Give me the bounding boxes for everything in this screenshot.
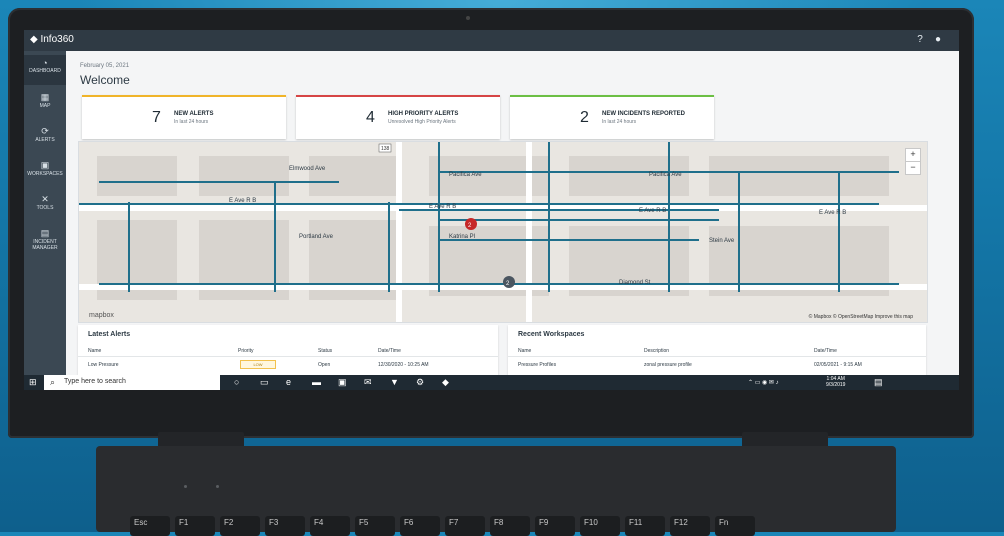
tray-icons[interactable]: ⌃ ▭ ◉ ✉ ♪ — [748, 379, 779, 386]
keyboard-row: Esc F1 F2 F3 F4 F5 F6 F7 F8 F9 F10 F11 F… — [130, 516, 850, 536]
card-new-incidents[interactable]: 2 NEW INCIDENTS REPORTED In last 24 hour… — [510, 95, 714, 139]
street-label: Pacifica Ave — [449, 172, 482, 178]
map-attribution[interactable]: © Mapbox © OpenStreetMap Improve this ma… — [809, 314, 913, 320]
network-map[interactable]: E Ave R B E Ave R B E Ave R B Pacifica A… — [78, 141, 928, 323]
alert-datetime: 12/30/2020 - 10:25 AM — [378, 362, 429, 368]
map-canvas: E Ave R B E Ave R B E Ave R B Pacifica A… — [79, 142, 927, 322]
key[interactable]: F3 — [265, 516, 305, 536]
divider — [508, 356, 926, 357]
search-icon: ⌕ — [50, 377, 56, 387]
alerts-icon: ⟳ — [41, 126, 49, 136]
column-header: Status — [318, 348, 333, 354]
street-label: E Ave R B — [639, 208, 666, 214]
key[interactable]: F5 — [355, 516, 395, 536]
main-content: February 05, 2021 Welcome 7 NEW ALERTS I… — [66, 51, 959, 375]
street-label: Portland Ave — [299, 234, 334, 240]
street-label: Katrina Pl — [449, 234, 475, 240]
recent-workspaces-title: Recent Workspaces — [518, 331, 585, 338]
divider — [78, 356, 498, 357]
task-view-icon[interactable]: ▭ — [260, 377, 269, 388]
street-label: E Ave R B — [819, 210, 846, 216]
key[interactable]: F6 — [400, 516, 440, 536]
notification-icon[interactable]: ▤ — [874, 377, 883, 388]
column-header: Name — [88, 348, 102, 354]
status-led — [184, 485, 187, 488]
street-label: E Ave R B — [429, 204, 456, 210]
route-number: 138 — [381, 146, 390, 152]
key[interactable]: F8 — [490, 516, 530, 536]
info360-taskbar-icon[interactable]: ◆ — [442, 377, 449, 388]
sidebar-item-incident-manager[interactable]: ▤ INCIDENT MANAGER — [24, 225, 66, 263]
recent-workspaces-panel: Recent Workspaces Name Description Date/… — [508, 325, 926, 375]
zoom-out-button[interactable]: − — [905, 161, 921, 175]
column-header: Description — [644, 348, 670, 354]
incident-icon: ▤ — [40, 228, 50, 238]
system-clock[interactable]: 1:04 AM 9/3/2019 — [826, 376, 845, 388]
key[interactable]: F2 — [220, 516, 260, 536]
cortana-icon[interactable]: ○ — [234, 377, 239, 387]
mapbox-logo[interactable]: mapbox — [89, 312, 114, 319]
key[interactable]: F10 — [580, 516, 620, 536]
windows-taskbar: ⊞ ⌕ Type here to search ○ ▭ e ▬ ▣ ✉ ▼ ⚙ … — [24, 375, 959, 390]
workspaces-icon: ▣ — [40, 160, 50, 170]
workspace-datetime: 02/05/2021 - 9:15 AM — [814, 362, 862, 368]
screen: ◆ Info360 ? ● ◔ DASHBOARD ▦ MAP ⟳ ALERTS… — [24, 30, 959, 390]
sidebar-item-dashboard[interactable]: ◔ DASHBOARD — [24, 55, 66, 85]
latest-alerts-title: Latest Alerts — [88, 331, 131, 338]
key[interactable]: Fn — [715, 516, 755, 536]
workspace-description: zonal pressure profile — [644, 362, 692, 368]
street-label: Stein Ave — [709, 238, 735, 244]
street-label: Diamond St — [619, 280, 651, 286]
map-icon: ▦ — [40, 92, 50, 102]
zoom-in-button[interactable]: + — [905, 148, 921, 162]
settings-icon[interactable]: ⚙ — [416, 377, 424, 388]
page-title: Welcome — [80, 73, 130, 87]
store-icon[interactable]: ▣ — [338, 377, 347, 388]
webcam — [466, 16, 470, 20]
sidebar: ◔ DASHBOARD ▦ MAP ⟳ ALERTS ▣ WORKSPACES … — [24, 51, 66, 375]
mcafee-icon[interactable]: ▼ — [390, 377, 399, 387]
priority-badge: LOW — [240, 360, 276, 369]
workspace-name[interactable]: Pressure Profiles — [518, 362, 556, 368]
windows-start-icon[interactable]: ⊞ — [29, 377, 37, 388]
column-header: Date/Time — [814, 348, 837, 354]
sidebar-item-tools[interactable]: ✕ TOOLS — [24, 191, 66, 221]
tools-icon: ✕ — [41, 194, 49, 204]
card-new-alerts[interactable]: 7 NEW ALERTS In last 24 hours — [82, 95, 286, 139]
mail-icon[interactable]: ✉ — [364, 377, 372, 388]
key[interactable]: F9 — [535, 516, 575, 536]
app-logo: ◆ Info360 — [30, 34, 74, 45]
key[interactable]: F4 — [310, 516, 350, 536]
file-explorer-icon[interactable]: ▬ — [312, 377, 321, 387]
top-bar: ◆ Info360 ? ● — [24, 30, 959, 51]
page-date: February 05, 2021 — [80, 63, 130, 69]
status-led — [216, 485, 219, 488]
edge-icon[interactable]: e — [286, 377, 291, 387]
alert-name[interactable]: Low Pressure — [88, 362, 119, 368]
key[interactable]: F12 — [670, 516, 710, 536]
dashboard-icon: ◔ — [42, 58, 48, 68]
help-icon[interactable]: ? — [914, 34, 926, 46]
column-header: Priority — [238, 348, 254, 354]
street-label: E Ave R B — [229, 198, 256, 204]
column-header: Name — [518, 348, 532, 354]
key[interactable]: Esc — [130, 516, 170, 536]
sidebar-item-map[interactable]: ▦ MAP — [24, 89, 66, 119]
column-header: Date/Time — [378, 348, 401, 354]
street-label: Elmwood Ave — [289, 166, 326, 172]
taskbar-search[interactable]: ⌕ Type here to search — [44, 375, 220, 390]
street-label: Pacifica Ave — [649, 172, 682, 178]
latest-alerts-panel: Latest Alerts Name Priority Status Date/… — [78, 325, 498, 375]
user-icon[interactable]: ● — [932, 34, 944, 46]
key[interactable]: F1 — [175, 516, 215, 536]
card-high-priority-alerts[interactable]: 4 HIGH PRIORITY ALERTS Unresolved High P… — [296, 95, 500, 139]
sidebar-item-workspaces[interactable]: ▣ WORKSPACES — [24, 157, 66, 187]
alert-status: Open — [318, 362, 331, 368]
key[interactable]: F11 — [625, 516, 665, 536]
sidebar-item-alerts[interactable]: ⟳ ALERTS — [24, 123, 66, 153]
key[interactable]: F7 — [445, 516, 485, 536]
